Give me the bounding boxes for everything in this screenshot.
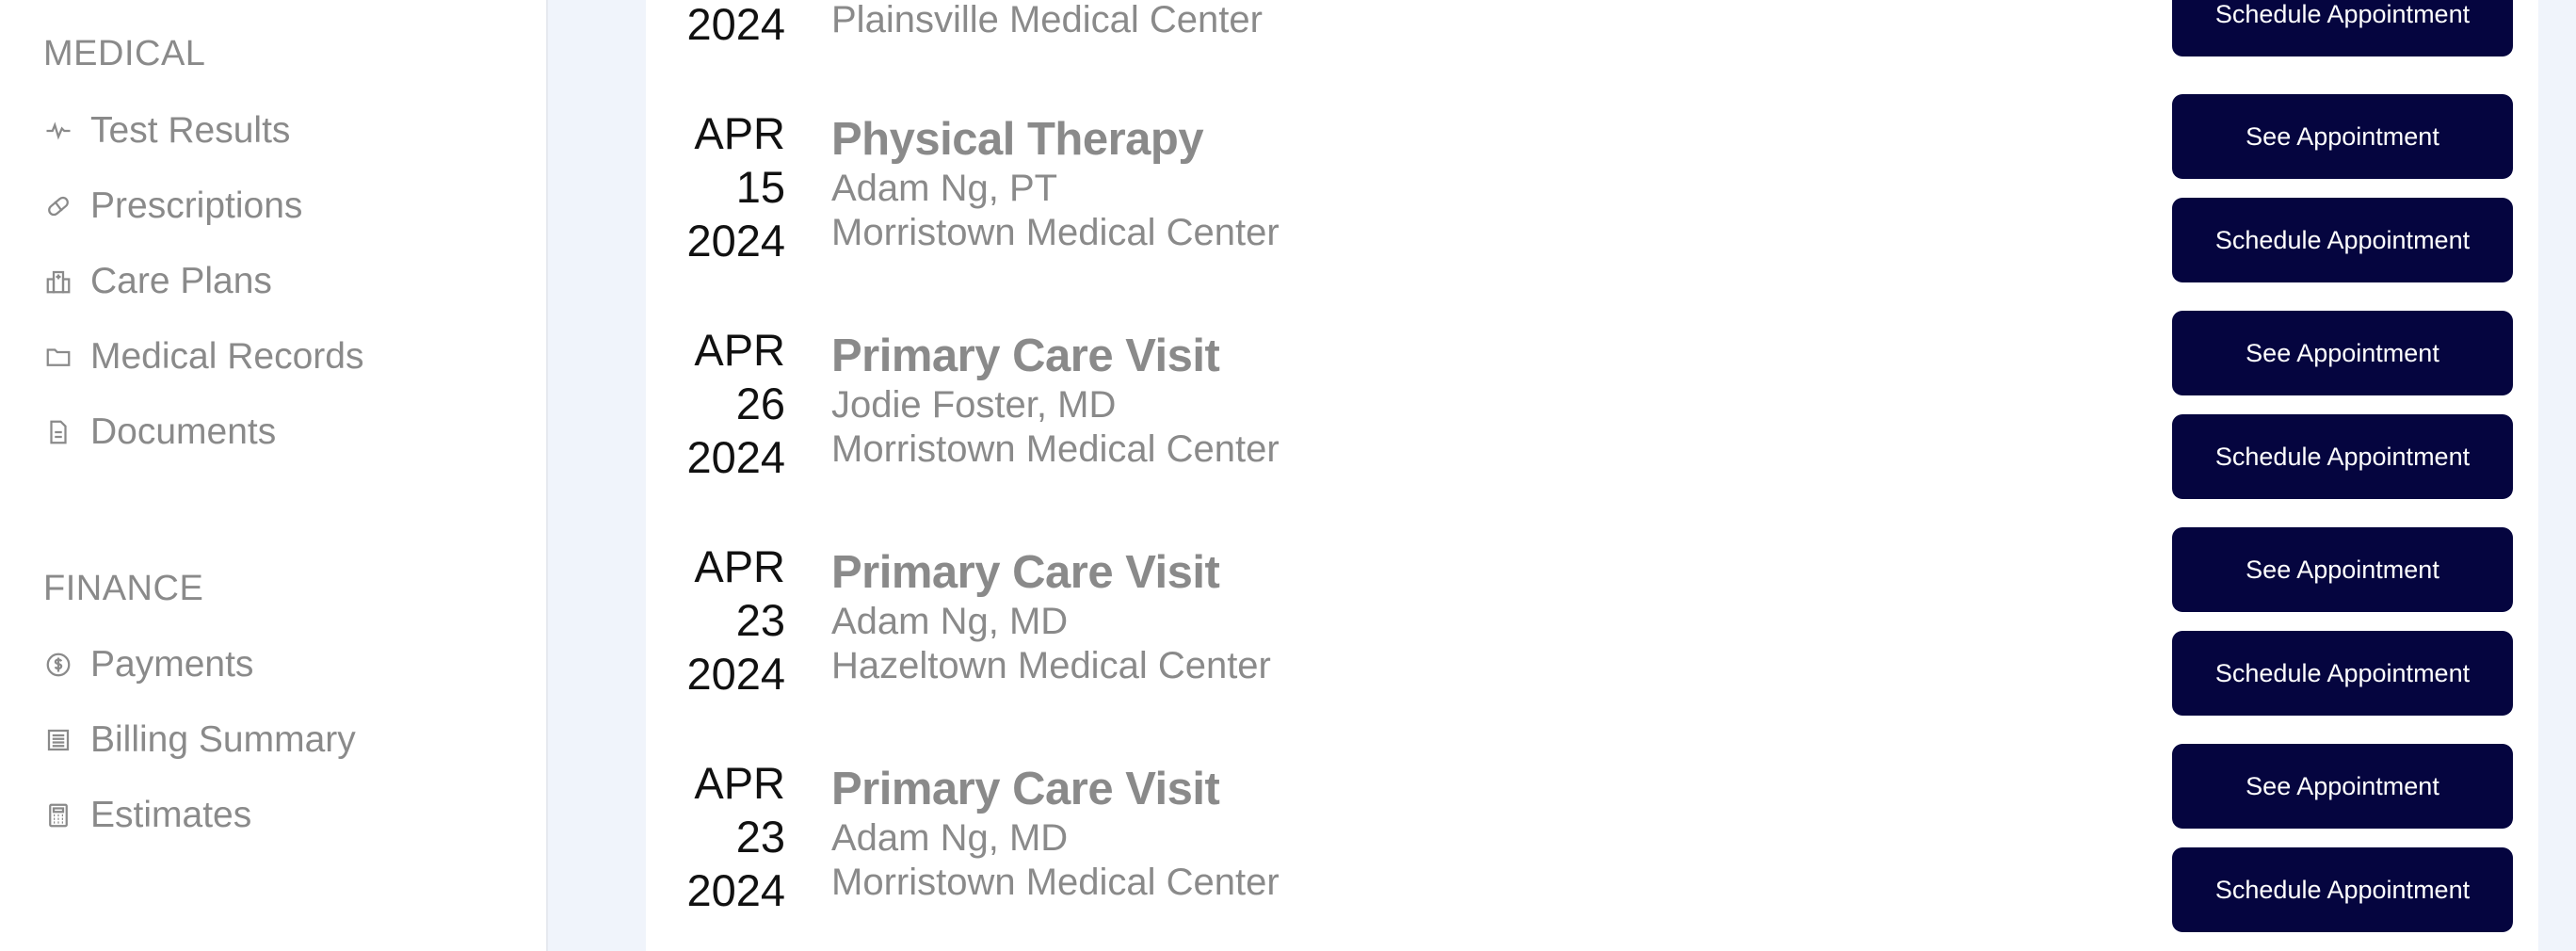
see-appointment-button[interactable]: See Appointment [2172,311,2513,395]
appointment-provider: Adam Ng, MD [831,601,1069,642]
appointment-day: 23 [735,595,785,645]
dollar-icon [43,650,73,680]
hospital-icon [43,266,73,297]
sidebar-item-prescriptions[interactable]: Prescriptions [43,180,302,233]
appointment-date: APR 23 2024 [646,540,785,701]
sidebar-item-label: Documents [90,411,277,452]
sidebar-item-estimates[interactable]: Estimates [43,789,251,842]
sidebar-item-label: Care Plans [90,261,272,301]
appointment-date: APR 15 2024 [646,106,785,267]
appointment-month: APR [694,541,785,591]
schedule-appointment-button[interactable]: Schedule Appointment [2172,414,2513,499]
appointment-provider: Adam Ng, PT [831,168,1058,209]
appointment-location: Morristown Medical Center [831,428,1280,470]
appointment-date: APR 23 2024 [646,756,785,917]
appointment-title: Physical Therapy [831,114,1204,165]
pill-icon [43,191,73,221]
sidebar-item-label: Billing Summary [90,719,356,760]
schedule-appointment-button[interactable]: Schedule Appointment [2172,631,2513,716]
appointment-location: Morristown Medical Center [831,212,1280,253]
appointment-day: 26 [735,379,785,428]
schedule-appointment-button[interactable]: Schedule Appointment [2172,847,2513,932]
appointment-title: Primary Care Visit [831,547,1220,598]
appointment-month: APR [694,325,785,375]
see-appointment-button[interactable]: See Appointment [2172,744,2513,829]
appointment-provider: Jodie Foster, MD [831,384,1117,426]
folder-icon [43,342,73,372]
appointment-location: Hazeltown Medical Center [831,645,1271,686]
sidebar-item-payments[interactable]: Payments [43,638,253,691]
sidebar-item-label: Medical Records [90,336,364,377]
sidebar-item-test-results[interactable]: Test Results [43,105,290,157]
sidebar-item-billing-summary[interactable]: Billing Summary [43,714,356,766]
schedule-appointment-button[interactable]: Schedule Appointment [2172,0,2513,56]
sidebar-item-label: Prescriptions [90,185,303,226]
appointment-year: 2024 [686,649,785,699]
appointment-location: Morristown Medical Center [831,862,1280,903]
sidebar-item-label: Test Results [90,110,291,151]
see-appointment-button[interactable]: See Appointment [2172,527,2513,612]
schedule-appointment-button[interactable]: Schedule Appointment [2172,198,2513,282]
activity-icon [43,116,73,146]
appointment-day: 15 [735,162,785,212]
appointment-year: 2024 [686,0,785,49]
appointment-provider: Adam Ng, MD [831,817,1069,859]
appointment-month: APR [694,758,785,808]
sidebar: MEDICAL Test Results Prescriptions Care … [0,0,548,951]
appointment-location: Plainsville Medical Center [831,0,1263,40]
calculator-icon [43,800,73,830]
section-title-finance: FINANCE [43,569,204,608]
appointment-title: Primary Care Visit [831,764,1220,814]
sidebar-item-label: Payments [90,644,254,685]
appointment-title: Primary Care Visit [831,330,1220,381]
sidebar-item-documents[interactable]: Documents [43,406,276,459]
appointment-year: 2024 [686,432,785,482]
appointment-year: 2024 [686,216,785,266]
appointment-month: APR [694,108,785,158]
sidebar-item-care-plans[interactable]: Care Plans [43,255,272,308]
receipt-icon [43,725,73,755]
sidebar-item-medical-records[interactable]: Medical Records [43,330,363,383]
sidebar-item-label: Estimates [90,795,252,835]
appointment-day: 23 [735,812,785,862]
appointment-date: APR 26 2024 [646,323,785,484]
section-title-medical: MEDICAL [43,34,206,73]
document-icon [43,417,73,447]
appointment-year: 2024 [686,865,785,915]
see-appointment-button[interactable]: See Appointment [2172,94,2513,179]
